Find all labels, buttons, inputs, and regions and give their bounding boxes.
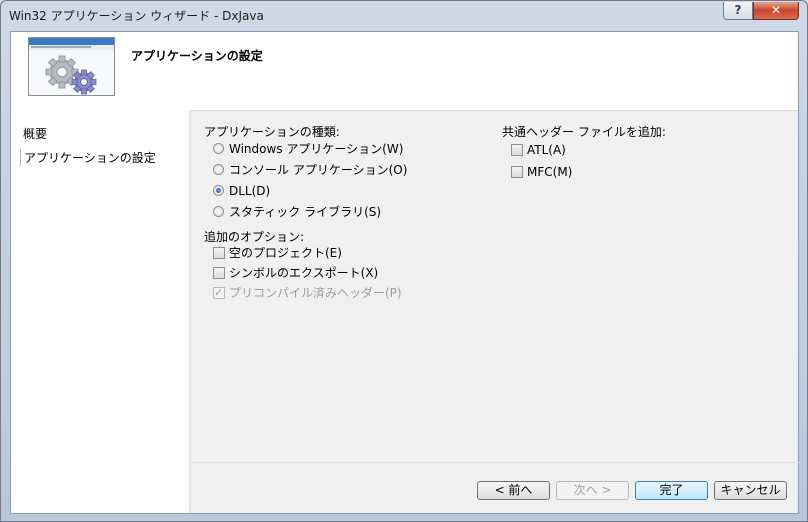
additional-options-label: 追加のオプション:: [204, 230, 305, 244]
title-bar[interactable]: Win32 アプリケーション ウィザード - DxJava ? ✕: [1, 1, 807, 31]
prev-button[interactable]: < 前へ: [477, 481, 550, 500]
wizard-sidebar: 概要 アプリケーションの設定: [11, 110, 191, 513]
sidebar-item-overview[interactable]: 概要: [23, 125, 47, 142]
radio-icon[interactable]: [213, 164, 224, 175]
gears-icon: [29, 38, 114, 95]
page-title: アプリケーションの設定: [131, 49, 263, 63]
checkbox-label: MFC(M): [527, 165, 573, 179]
close-button[interactable]: ✕: [753, 2, 799, 20]
checkbox-icon[interactable]: [511, 166, 523, 178]
finish-button[interactable]: 完了: [635, 481, 708, 500]
wizard-window: Win32 アプリケーション ウィザード - DxJava ? ✕ アプリケーシ…: [0, 0, 808, 522]
checkbox-label: 空のプロジェクト(E): [229, 246, 342, 260]
checkbox-label: プリコンパイル済みヘッダー(P): [229, 286, 402, 300]
checkbox-icon[interactable]: [213, 247, 225, 259]
checkbox-checked-icon: [213, 285, 225, 301]
checkbox-icon[interactable]: [511, 144, 523, 156]
checkbox-icon[interactable]: [213, 267, 225, 279]
button-area-divider: [191, 462, 800, 463]
app-type-label: アプリケーションの種類:: [204, 125, 340, 139]
checkbox-label: ATL(A): [527, 143, 566, 157]
radio-icon[interactable]: [213, 206, 224, 217]
radio-icon[interactable]: [213, 143, 224, 154]
cancel-button[interactable]: キャンセル: [714, 481, 787, 500]
next-button: 次へ >: [556, 481, 629, 500]
radio-label: Windows アプリケーション(W): [229, 142, 404, 156]
radio-label: コンソール アプリケーション(O): [229, 163, 408, 177]
sidebar-item-app-settings[interactable]: アプリケーションの設定: [20, 149, 156, 166]
radio-selected-icon[interactable]: [213, 185, 224, 196]
help-button[interactable]: ?: [723, 2, 753, 20]
checkbox-label: シンボルのエクスポート(X): [229, 266, 379, 280]
common-headers-label: 共通ヘッダー ファイルを追加:: [502, 125, 666, 139]
radio-label: DLL(D): [229, 184, 271, 198]
radio-label: スタティック ライブラリ(S): [229, 205, 382, 219]
wizard-header: アプリケーションの設定: [11, 32, 798, 111]
wizard-banner-image: [28, 37, 115, 96]
window-title: Win32 アプリケーション ウィザード - DxJava: [9, 9, 264, 23]
wizard-client-area: アプリケーションの設定 概要 アプリケーションの設定 アプリケーションの種類: …: [10, 31, 800, 514]
